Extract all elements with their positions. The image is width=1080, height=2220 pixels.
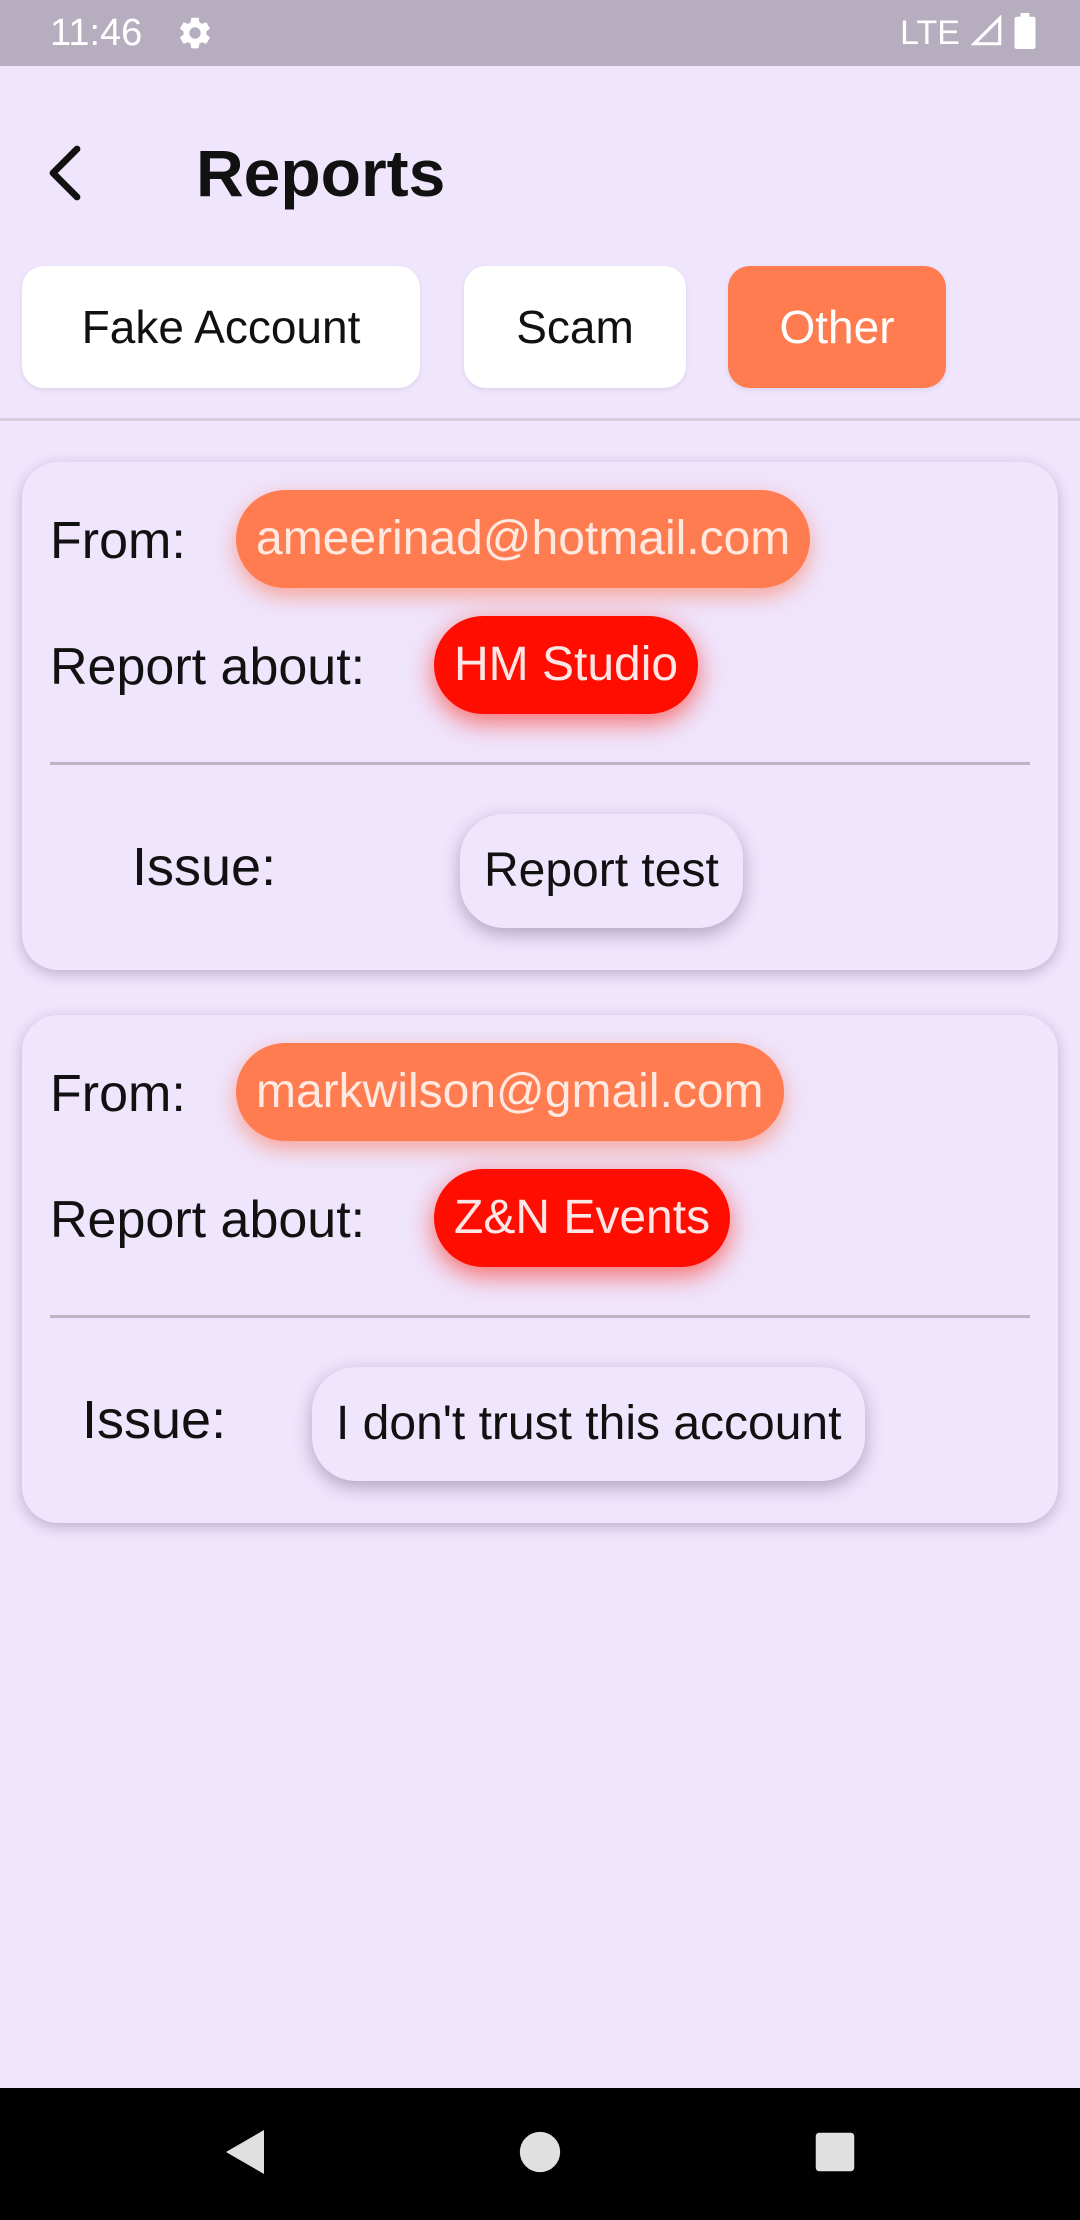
reporter-email-badge[interactable]: markwilson@gmail.com bbox=[236, 1043, 784, 1141]
signal-icon bbox=[970, 13, 1004, 53]
issue-label: Issue: bbox=[132, 837, 277, 897]
header-divider bbox=[0, 418, 1080, 421]
nav-recents-button[interactable] bbox=[803, 2122, 867, 2186]
status-bar: 11:46 LTE bbox=[0, 0, 1080, 66]
navigation-bar bbox=[0, 2088, 1080, 2220]
report-card[interactable]: From: ameerinad@hotmail.com Report about… bbox=[22, 462, 1058, 970]
page-title: Reports bbox=[196, 136, 446, 210]
from-label: From: bbox=[50, 1065, 186, 1123]
card-divider bbox=[50, 1315, 1030, 1318]
battery-icon bbox=[1014, 12, 1036, 54]
back-button[interactable] bbox=[30, 130, 100, 220]
tab-other[interactable]: Other bbox=[728, 266, 946, 388]
from-label: From: bbox=[50, 512, 186, 570]
issue-label: Issue: bbox=[82, 1390, 227, 1450]
issue-text: I don't trust this account bbox=[312, 1367, 866, 1481]
report-about-label: Report about: bbox=[50, 638, 366, 696]
nav-recents-icon bbox=[814, 2131, 856, 2178]
nav-back-button[interactable] bbox=[212, 2122, 276, 2186]
reported-account-badge[interactable]: Z&N Events bbox=[434, 1169, 731, 1267]
network-type: LTE bbox=[900, 14, 960, 52]
nav-home-icon bbox=[518, 2130, 562, 2179]
issue-text: Report test bbox=[460, 814, 743, 928]
report-card[interactable]: From: markwilson@gmail.com Report about:… bbox=[22, 1015, 1058, 1523]
nav-back-icon bbox=[220, 2126, 268, 2183]
reporter-email-badge[interactable]: ameerinad@hotmail.com bbox=[236, 490, 811, 588]
report-about-label: Report about: bbox=[50, 1191, 366, 1249]
status-time: 11:46 bbox=[50, 12, 143, 54]
tab-scam[interactable]: Scam bbox=[464, 266, 686, 388]
gear-icon bbox=[176, 14, 214, 52]
tab-fake-account[interactable]: Fake Account bbox=[22, 266, 420, 388]
nav-home-button[interactable] bbox=[508, 2122, 572, 2186]
card-divider bbox=[50, 762, 1030, 765]
back-arrow-icon bbox=[45, 145, 85, 206]
status-right-group: LTE bbox=[900, 10, 1036, 56]
reported-account-badge[interactable]: HM Studio bbox=[434, 616, 699, 714]
